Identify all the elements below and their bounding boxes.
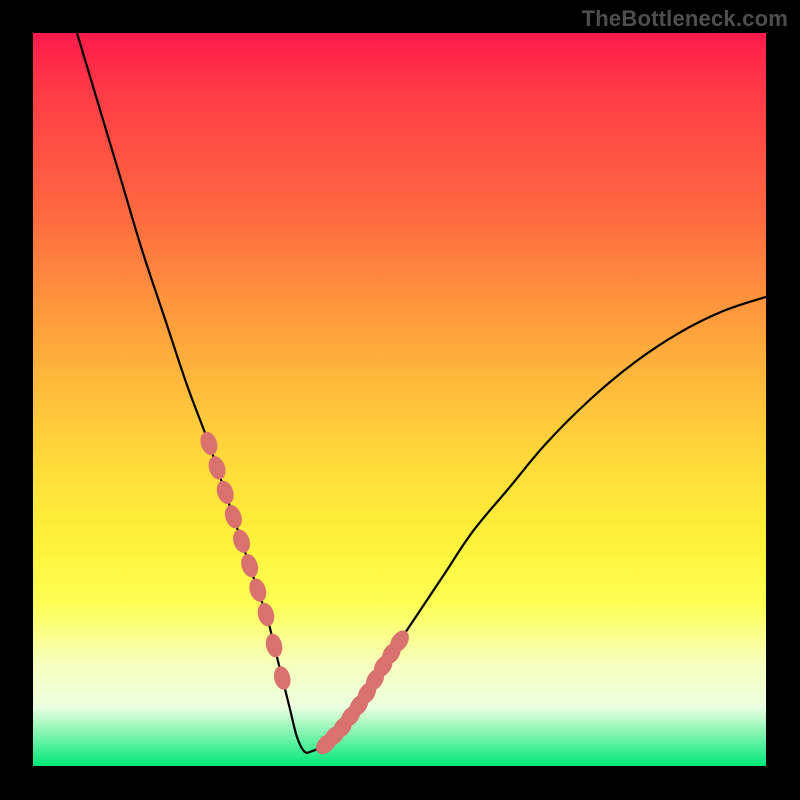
curve-bead [246, 576, 269, 604]
curve-beads-right [312, 627, 413, 758]
curve-bead [272, 664, 293, 691]
chart-frame: TheBottleneck.com [0, 0, 800, 800]
plot-area [33, 33, 766, 766]
bottleneck-curve-svg [33, 33, 766, 766]
curve-bead [230, 527, 253, 555]
curve-bead [222, 503, 245, 531]
watermark-text: TheBottleneck.com [582, 6, 788, 32]
bottleneck-curve [77, 33, 766, 753]
curve-bead [263, 632, 284, 659]
curve-bead [206, 454, 229, 482]
curve-bead [198, 430, 221, 458]
curve-beads-left [198, 430, 293, 692]
curve-bead [255, 601, 277, 628]
curve-bead [214, 478, 237, 506]
curve-bead [238, 552, 261, 580]
